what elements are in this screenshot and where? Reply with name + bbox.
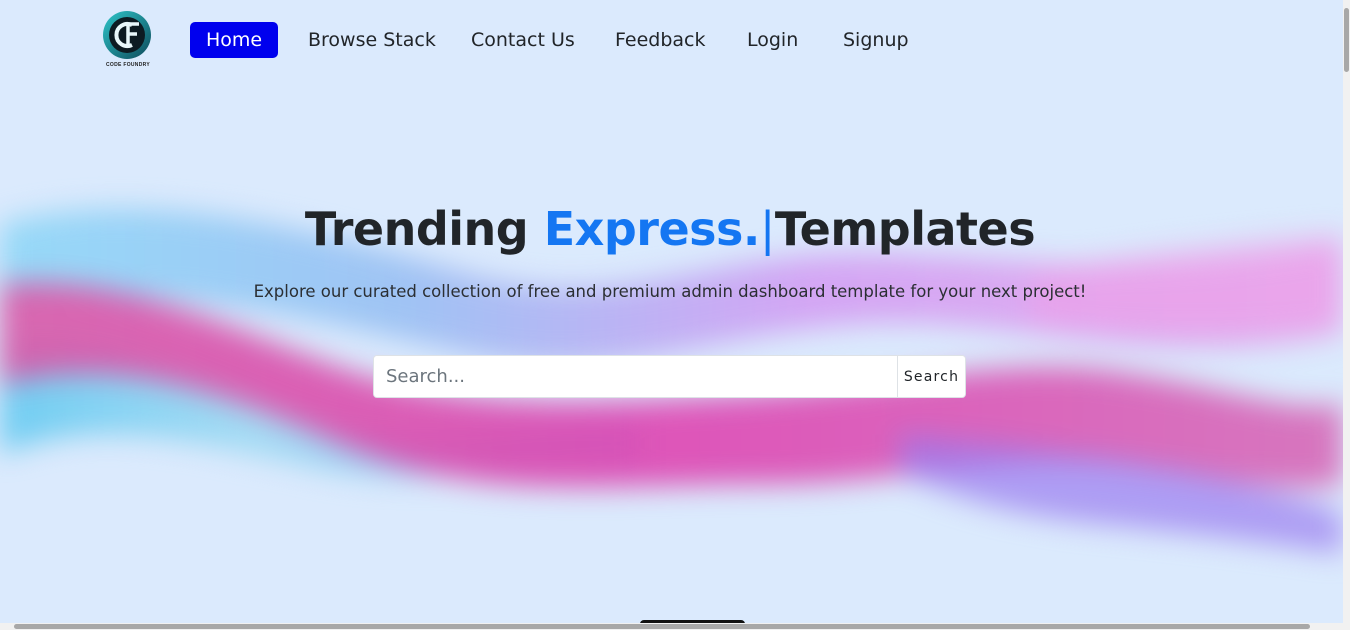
nav-contact-us[interactable]: Contact Us: [471, 22, 575, 58]
hero-section: Trending Express.|Templates Explore our …: [0, 84, 1343, 630]
hero-subtitle: Explore our curated collection of free a…: [253, 282, 1087, 301]
logo-text: CODE FOUNDRY: [106, 62, 150, 68]
nav-feedback[interactable]: Feedback: [615, 22, 705, 58]
search-input[interactable]: [374, 356, 897, 397]
page: CODE FOUNDRY Home Browse Stack Contact U…: [0, 0, 1350, 630]
horizontal-scrollbar[interactable]: [0, 623, 1343, 630]
vertical-scrollbar[interactable]: [1343, 0, 1350, 630]
nav-browse-stack[interactable]: Browse Stack: [308, 22, 436, 58]
hero-title-prefix: Trending: [304, 202, 544, 256]
nav-login[interactable]: Login: [747, 22, 798, 58]
typing-caret: |: [759, 202, 776, 256]
horizontal-scrollbar-thumb[interactable]: [14, 624, 1310, 629]
vertical-scrollbar-thumb[interactable]: [1344, 8, 1349, 72]
code-foundry-logo-icon: [103, 11, 151, 59]
navbar: CODE FOUNDRY Home Browse Stack Contact U…: [0, 0, 1343, 84]
hero-title: Trending Express.|Templates: [0, 202, 1340, 256]
nav-home[interactable]: Home: [190, 22, 279, 58]
nav-signup[interactable]: Signup: [843, 22, 909, 58]
hero-title-suffix: Templates: [774, 202, 1036, 256]
brand-logo[interactable]: CODE FOUNDRY: [101, 10, 155, 72]
hero-title-accent: Express.: [543, 202, 761, 256]
search-button[interactable]: Search: [897, 356, 965, 397]
search-bar: Search: [373, 355, 966, 398]
